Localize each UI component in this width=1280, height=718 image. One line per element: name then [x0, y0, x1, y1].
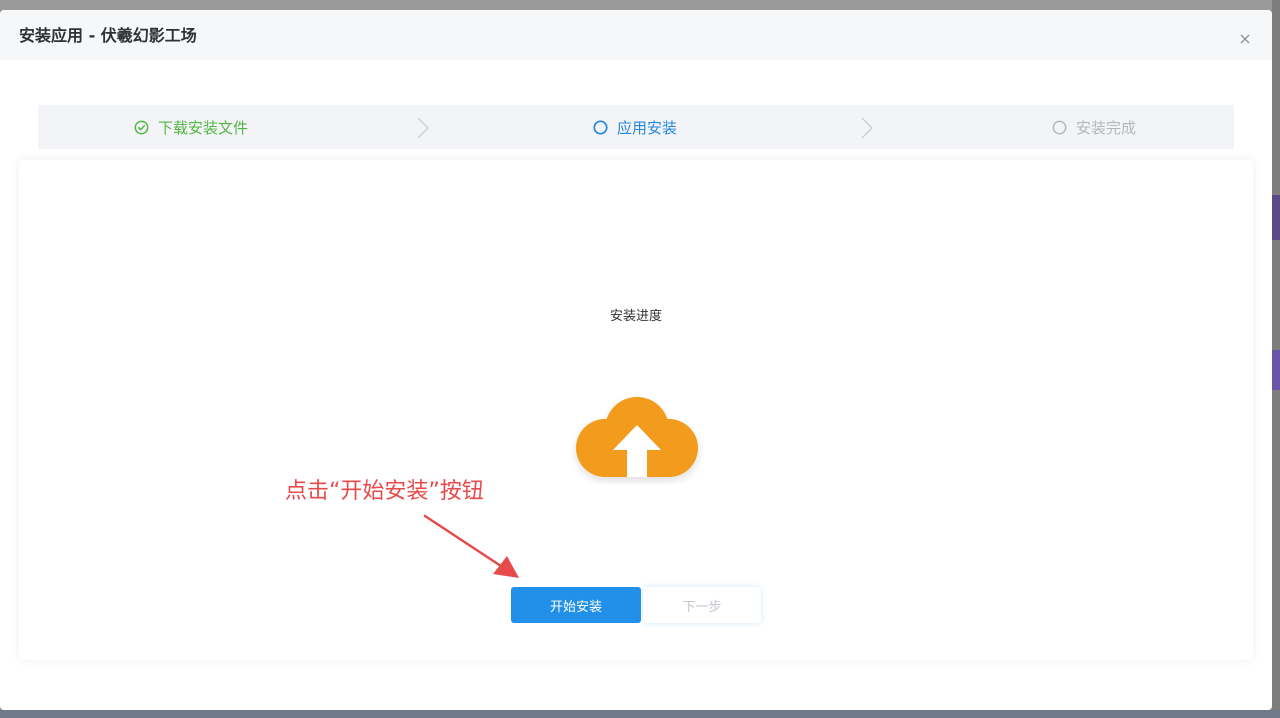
background-bottom-strip — [0, 710, 1280, 718]
close-icon — [1240, 34, 1250, 44]
check-circle-icon — [134, 120, 149, 134]
install-app-dialog: 安装应用 - 伏羲幻影工场 下载安装文件 应用安装 安装完成 安装进度 点击“开… — [0, 10, 1272, 710]
annotation-arrow — [423, 514, 519, 578]
dialog-header: 安装应用 - 伏羲幻影工场 — [0, 10, 1272, 60]
steps-bar: 下载安装文件 应用安装 安装完成 — [38, 105, 1234, 149]
dialog-title: 安装应用 - 伏羲幻影工场 — [19, 26, 197, 45]
close-button[interactable] — [1236, 30, 1254, 48]
progress-label: 安装进度 — [609, 309, 662, 324]
annotation-text: 点击“开始安装”按钮 — [285, 479, 484, 504]
step-label: 应用安装 — [617, 118, 678, 137]
circle-icon — [593, 119, 608, 135]
cloud-upload-icon — [576, 397, 698, 477]
background-strip-accent — [1272, 195, 1280, 240]
background-strip-accent — [1272, 350, 1280, 390]
step-complete: 安装完成 — [1052, 105, 1136, 149]
step-download: 下载安装文件 — [134, 105, 248, 149]
background-right-strip — [1272, 0, 1280, 718]
step-label: 下载安装文件 — [158, 118, 249, 137]
install-card: 安装进度 点击“开始安装”按钮 开始安装 下一步 — [19, 160, 1253, 660]
chevron-right-icon — [417, 117, 429, 139]
step-label: 安装完成 — [1076, 118, 1137, 137]
chevron-right-icon — [861, 117, 873, 139]
next-step-button[interactable]: 下一步 — [643, 587, 761, 623]
background-top-strip — [0, 0, 1280, 10]
circle-icon — [1052, 120, 1067, 134]
start-install-button[interactable]: 开始安装 — [511, 587, 641, 623]
step-install: 应用安装 — [593, 105, 677, 149]
